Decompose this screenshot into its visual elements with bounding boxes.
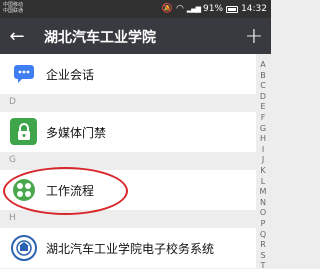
- status-icons: 🔕 ◠ ▂▄▆ 91% 14:32: [162, 3, 267, 15]
- status-bar: 中国移动 中国联通 🔕 ◠ ▂▄▆ 91% 14:32: [0, 0, 271, 18]
- section-letter: G: [9, 155, 16, 165]
- index-letter-r[interactable]: R: [257, 240, 269, 251]
- section-letter: D: [9, 97, 16, 107]
- list-item-enterprise-chat[interactable]: 企业会话: [0, 54, 256, 94]
- carrier-line-2: 中国联通: [3, 8, 24, 14]
- index-letter-n[interactable]: N: [257, 198, 269, 209]
- index-letter-d[interactable]: D: [257, 92, 269, 103]
- index-letter-t[interactable]: T: [257, 261, 269, 269]
- school-emblem-icon: [10, 234, 37, 261]
- clock: 14:32: [241, 4, 267, 14]
- carrier-info: 中国移动 中国联通: [3, 2, 23, 14]
- app-list: 企业会话 D 多媒体门禁 G 工作流程 H 湖北汽车工业学院电子校务系统: [0, 54, 256, 269]
- index-letter-s[interactable]: S: [257, 251, 269, 262]
- highlight-circle-annotation: [3, 167, 128, 215]
- index-letter-g[interactable]: G: [257, 124, 269, 135]
- index-letter-o[interactable]: O: [257, 208, 269, 219]
- index-letter-b[interactable]: B: [257, 71, 269, 82]
- index-letter-f[interactable]: F: [257, 113, 269, 124]
- section-header-g: G: [0, 152, 256, 170]
- mute-icon: 🔕: [161, 4, 174, 14]
- section-header-d: D: [0, 94, 256, 112]
- list-item-label: 企业会话: [46, 68, 95, 82]
- alphabet-index-bar[interactable]: ABCDEFGHIJKLMNOPQRST: [257, 60, 269, 269]
- index-letter-h[interactable]: H: [257, 134, 269, 145]
- wifi-icon: ◠: [176, 4, 184, 14]
- lock-icon: [10, 118, 37, 145]
- title-bar: ← 湖北汽车工业学院 +: [0, 18, 271, 54]
- section-letter: H: [9, 213, 16, 223]
- index-letter-j[interactable]: J: [257, 155, 269, 166]
- arrow-left-icon: ←: [9, 25, 25, 47]
- signal-icon: ▂▄▆: [186, 5, 201, 13]
- index-letter-l[interactable]: L: [257, 177, 269, 188]
- add-button[interactable]: +: [243, 23, 265, 49]
- index-letter-i[interactable]: I: [257, 145, 269, 156]
- index-letter-a[interactable]: A: [257, 60, 269, 71]
- list-item-label: 多媒体门禁: [46, 126, 107, 140]
- list-item-label: 湖北汽车工业学院电子校务系统: [46, 242, 215, 256]
- index-letter-k[interactable]: K: [257, 166, 269, 177]
- battery-icon: [226, 5, 239, 13]
- page-title: 湖北汽车工业学院: [44, 30, 156, 46]
- battery-percent: 91%: [203, 4, 224, 14]
- index-letter-c[interactable]: C: [257, 81, 269, 92]
- list-item-e-campus-system[interactable]: 湖北汽车工业学院电子校务系统: [0, 228, 256, 268]
- index-letter-q[interactable]: Q: [257, 230, 269, 241]
- back-button[interactable]: ←: [6, 23, 28, 49]
- list-item-multimedia-access[interactable]: 多媒体门禁: [0, 112, 256, 152]
- index-letter-e[interactable]: E: [257, 102, 269, 113]
- plus-icon: +: [244, 23, 264, 49]
- index-letter-m[interactable]: M: [257, 187, 269, 198]
- index-letter-p[interactable]: P: [257, 219, 269, 230]
- chat-bubble-icon: [10, 60, 37, 87]
